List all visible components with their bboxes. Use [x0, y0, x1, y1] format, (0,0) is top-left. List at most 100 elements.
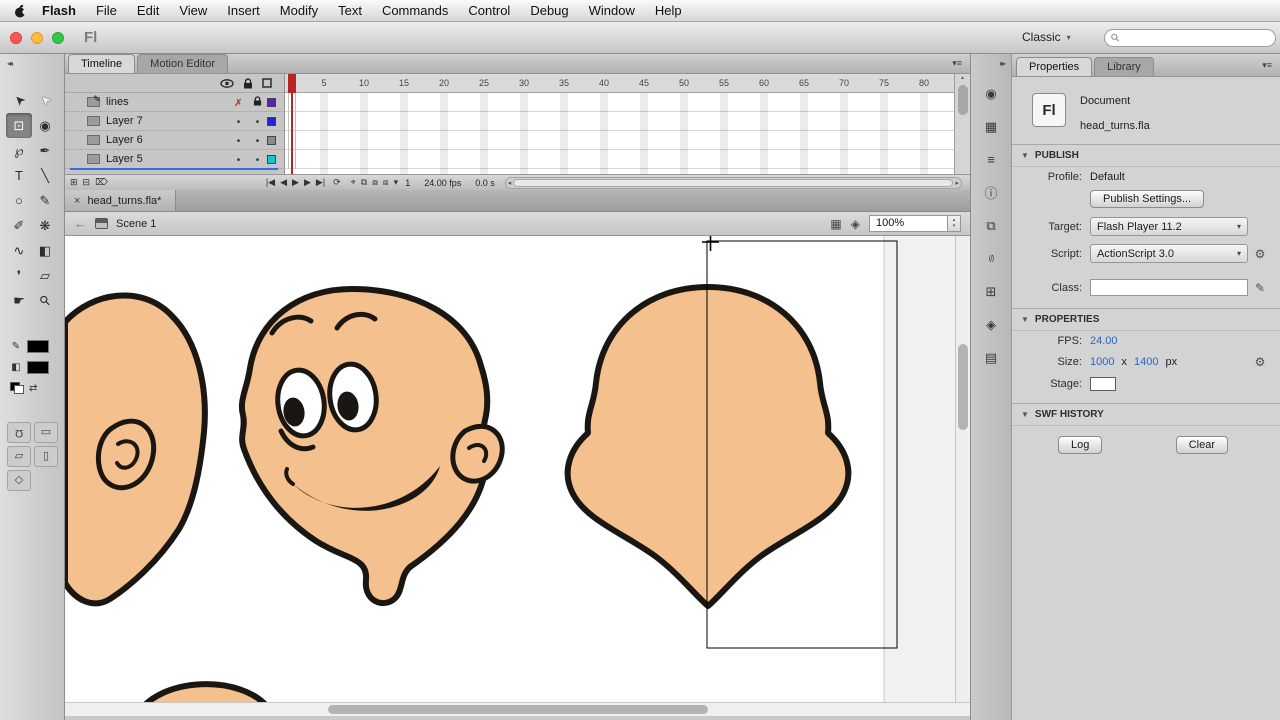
brush-tool[interactable]: ✐	[6, 213, 32, 238]
menu-edit[interactable]: Edit	[127, 0, 169, 21]
free-transform-tool[interactable]: ⊡	[6, 113, 32, 138]
document-name[interactable]: head_turns.fla	[1080, 120, 1150, 132]
canvas-hscroll-thumb[interactable]	[328, 705, 708, 714]
3d-rotation-tool[interactable]: ◉	[32, 113, 58, 138]
fps-value[interactable]: 24.00	[1090, 335, 1248, 347]
zoom-control[interactable]: 100% ▴ ▾	[869, 215, 961, 232]
new-layer-button[interactable]: ⊞	[70, 178, 78, 187]
scene-breadcrumb[interactable]: Scene 1	[116, 218, 156, 230]
canvas-horizontal-scrollbar[interactable]	[65, 702, 970, 716]
distort-option[interactable]: ▯	[34, 446, 58, 467]
menu-control[interactable]: Control	[458, 0, 520, 21]
properties-section-header[interactable]: ▼ PROPERTIES	[1012, 309, 1280, 331]
frame-ruler[interactable]: 5 10 15 20 25 30 35 40 45 50 55 60 65 70 75 80	[285, 74, 954, 93]
layer-outline-color-swatch[interactable]	[267, 154, 276, 164]
canvas-vertical-scrollbar[interactable]	[955, 236, 970, 702]
paint-bucket-tool[interactable]: ◧	[32, 238, 58, 263]
stroke-color-swatch[interactable]	[27, 340, 49, 353]
text-tool[interactable]: T	[6, 163, 32, 188]
layer-lock-toggle[interactable]: •	[248, 132, 267, 148]
transform-panel-icon[interactable]: ⧉	[978, 214, 1004, 237]
color-panel-icon[interactable]: ◉	[978, 82, 1004, 105]
frame-rate-value[interactable]: 24.00 fps	[424, 178, 461, 188]
lock-icon[interactable]	[243, 77, 253, 89]
outline-icon[interactable]	[262, 78, 272, 88]
playhead-line[interactable]	[291, 93, 293, 174]
stage-height-value[interactable]: 1400	[1134, 356, 1158, 368]
layer-visibility-toggle[interactable]: •	[229, 151, 248, 167]
oval-tool[interactable]: ○	[6, 188, 32, 213]
playhead-marker[interactable]	[288, 74, 296, 93]
motion-presets-panel-icon[interactable]: ◈	[978, 313, 1004, 336]
lasso-tool[interactable]: ℘	[6, 138, 32, 163]
go-to-last-frame-button[interactable]: ▶|	[316, 178, 325, 187]
new-folder-button[interactable]: ⊟	[83, 178, 91, 187]
center-frame-button[interactable]: ⌖	[351, 178, 356, 187]
layer-visibility-toggle[interactable]: ✗	[229, 94, 248, 110]
loop-button[interactable]: ⟳	[333, 178, 341, 187]
stage-width-value[interactable]: 1000	[1090, 356, 1114, 368]
edit-scene-button[interactable]: ▦	[830, 217, 841, 231]
timeline-hscroll-thumb[interactable]	[513, 178, 954, 187]
size-settings-wrench-icon[interactable]: ⚙	[1248, 355, 1272, 369]
pen-tool[interactable]: ✒	[32, 138, 58, 163]
search-field[interactable]: ⚲	[1104, 29, 1276, 47]
expand-dock-icon[interactable]: ▸▸	[1000, 59, 1006, 68]
line-tool[interactable]: ╲	[32, 163, 58, 188]
current-frame-value[interactable]: 1	[405, 178, 410, 188]
envelope-option[interactable]: ◇	[7, 470, 31, 491]
properties-panel-menu-icon[interactable]: ▾≡	[1262, 60, 1272, 71]
edit-class-pencil-icon[interactable]: ✎	[1248, 281, 1272, 295]
tab-motion-editor[interactable]: Motion Editor	[137, 54, 228, 73]
zoom-window-button[interactable]	[52, 32, 64, 44]
publish-settings-button[interactable]: Publish Settings...	[1090, 190, 1205, 208]
layer-name[interactable]: Layer 6	[106, 134, 229, 146]
stage-area[interactable]	[65, 236, 970, 720]
step-back-button[interactable]: ◀	[280, 178, 287, 187]
menu-window[interactable]: Window	[579, 0, 645, 21]
layer-lock-toggle[interactable]	[248, 94, 267, 110]
menu-view[interactable]: View	[169, 0, 217, 21]
components-panel-icon[interactable]: ⊞	[978, 280, 1004, 303]
tab-timeline[interactable]: Timeline	[68, 54, 136, 73]
menu-file[interactable]: File	[86, 0, 127, 21]
timeline-vscroll-thumb[interactable]	[957, 85, 968, 115]
layer-row[interactable]: Layer 5 • •	[65, 150, 284, 169]
menu-commands[interactable]: Commands	[372, 0, 458, 21]
close-document-icon[interactable]: ×	[74, 195, 80, 207]
minimize-window-button[interactable]	[31, 32, 43, 44]
menu-help[interactable]: Help	[645, 0, 692, 21]
code-snippets-panel-icon[interactable]: ⟨/⟩	[978, 247, 1004, 270]
canvas-vscroll-thumb[interactable]	[958, 344, 968, 430]
fill-color-swatch[interactable]	[27, 361, 49, 374]
stepper-down-icon[interactable]: ▾	[953, 223, 956, 230]
layer-lock-toggle[interactable]: •	[248, 151, 267, 167]
script-dropdown[interactable]: ActionScript 3.0 ▾	[1090, 244, 1248, 263]
modify-markers-button[interactable]: ▾	[394, 178, 399, 187]
workspace-switcher[interactable]: Classic ▾	[1022, 30, 1071, 44]
close-window-button[interactable]	[10, 32, 22, 44]
eyedropper-tool[interactable]: ❜	[6, 263, 32, 288]
align-panel-icon[interactable]: ≡	[978, 148, 1004, 171]
target-dropdown[interactable]: Flash Player 11.2 ▾	[1090, 217, 1248, 236]
collapse-tools-icon[interactable]: ◂◂	[7, 59, 13, 68]
swatches-panel-icon[interactable]: ▦	[978, 115, 1004, 138]
menu-debug[interactable]: Debug	[520, 0, 578, 21]
layer-lock-toggle[interactable]: •	[248, 113, 267, 129]
publish-section-header[interactable]: ▼ PUBLISH	[1012, 145, 1280, 167]
bone-tool[interactable]: ∿	[6, 238, 32, 263]
stage-canvas[interactable]	[65, 236, 970, 702]
deco-tool[interactable]: ❋	[32, 213, 58, 238]
layer-outline-color-swatch[interactable]	[267, 116, 276, 126]
onion-skin-outlines-button[interactable]: ⧇	[372, 178, 378, 187]
menu-insert[interactable]: Insert	[217, 0, 270, 21]
menu-flash[interactable]: Flash	[32, 0, 86, 21]
scroll-up-icon[interactable]: ▴	[961, 74, 964, 81]
search-input[interactable]	[1125, 32, 1268, 44]
scroll-right-icon[interactable]: ▸	[955, 179, 959, 187]
stage-color-swatch[interactable]	[1090, 377, 1116, 391]
subselection-tool[interactable]: ➤	[32, 88, 58, 113]
layer-visibility-toggle[interactable]: •	[229, 132, 248, 148]
eraser-tool[interactable]: ▱	[32, 263, 58, 288]
swf-history-section-header[interactable]: ▼ SWF HISTORY	[1012, 404, 1280, 426]
